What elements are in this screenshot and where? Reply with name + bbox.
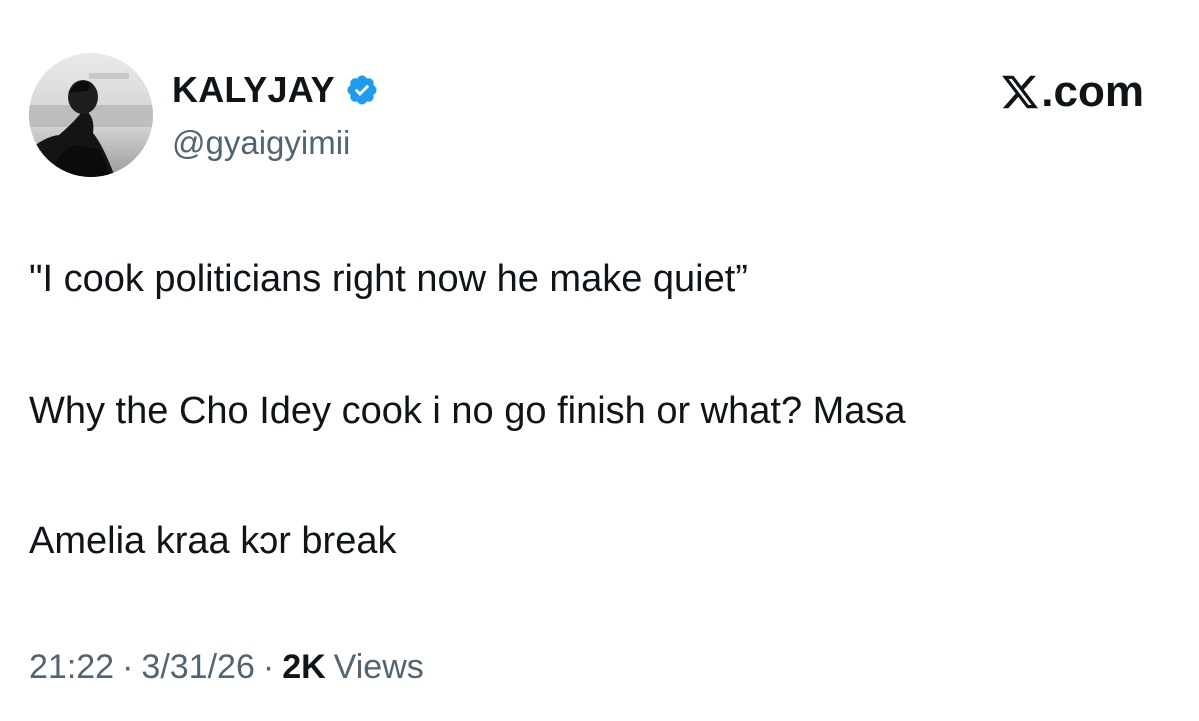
x-logo-icon bbox=[1000, 72, 1040, 112]
tweet-meta: 21:22 · 3/31/26 · 2K Views bbox=[29, 645, 424, 689]
tweet-text-line-2: Why the Cho Idey cook i no go finish or … bbox=[29, 390, 906, 432]
meta-separator: · bbox=[122, 648, 134, 686]
tweet-date[interactable]: 3/31/26 bbox=[141, 648, 254, 686]
tweet-text-line-1: "I cook politicians right now he make qu… bbox=[29, 258, 748, 300]
tweet-time[interactable]: 21:22 bbox=[29, 648, 114, 686]
avatar-photo bbox=[29, 53, 153, 177]
views-label[interactable]: Views bbox=[334, 648, 424, 686]
views-count[interactable]: 2K bbox=[282, 648, 325, 686]
verified-badge-icon bbox=[345, 73, 379, 107]
tweet-text-line-3: Amelia kraa kɔr break bbox=[29, 520, 397, 562]
author-name-row[interactable]: KALYJAY bbox=[172, 68, 379, 112]
brand-watermark: .com bbox=[1000, 66, 1144, 118]
brand-domain-text: .com bbox=[1041, 67, 1144, 116]
meta-separator: · bbox=[262, 648, 275, 686]
author-handle[interactable]: @gyaigyimii bbox=[172, 122, 350, 164]
avatar[interactable] bbox=[29, 53, 153, 177]
author-display-name[interactable]: KALYJAY bbox=[172, 68, 335, 112]
